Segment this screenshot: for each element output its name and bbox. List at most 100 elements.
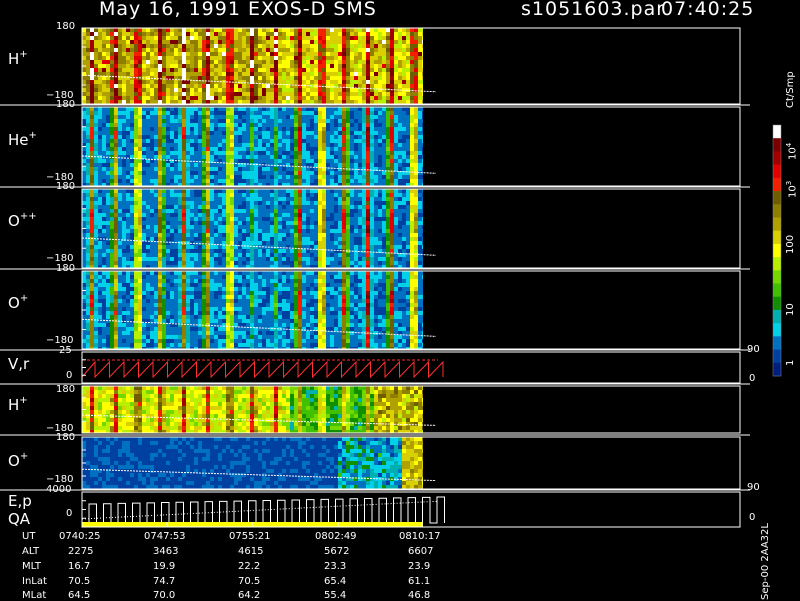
- heat-cell: [150, 60, 154, 64]
- heat-cell: [270, 139, 274, 143]
- heat-cell: [130, 143, 134, 147]
- heat-cell: [130, 163, 134, 167]
- heat-cell: [234, 131, 238, 135]
- heat-cell: [370, 115, 374, 119]
- heat-cell: [134, 80, 138, 84]
- heat-cell: [250, 189, 254, 193]
- heat-cell: [414, 151, 418, 155]
- heat-cell: [262, 167, 266, 171]
- heat-cell: [82, 257, 86, 261]
- heat-cell: [142, 115, 146, 119]
- heat-cell: [190, 100, 194, 104]
- heat-cell: [382, 119, 386, 123]
- heat-cell: [382, 229, 386, 233]
- heat-cell: [198, 201, 202, 205]
- heat-cell: [286, 189, 290, 193]
- heat-cell: [222, 257, 226, 261]
- heat-cell: [386, 139, 390, 143]
- heat-cell: [198, 217, 202, 221]
- heat-cell: [210, 80, 214, 84]
- heat-cell: [338, 143, 342, 147]
- heat-cell: [354, 28, 358, 32]
- heat-cell: [94, 193, 98, 197]
- heat-cell: [262, 213, 266, 217]
- heat-cell: [138, 205, 142, 209]
- heat-cell: [306, 241, 310, 245]
- heat-cell: [202, 127, 206, 131]
- heat-cell: [114, 28, 118, 32]
- heat-cell: [374, 115, 378, 119]
- heat-cell: [406, 72, 410, 76]
- heat-cell: [254, 175, 258, 179]
- heat-cell: [310, 179, 314, 183]
- heat-cell: [402, 36, 406, 40]
- heat-cell: [298, 64, 302, 68]
- heat-cell: [222, 88, 226, 92]
- heat-cell: [338, 123, 342, 127]
- heat-cell: [86, 221, 90, 225]
- heat-cell: [306, 28, 310, 32]
- heat-cell: [302, 68, 306, 72]
- heat-cell: [154, 40, 158, 44]
- heat-cell: [366, 72, 370, 76]
- heat-cell: [370, 225, 374, 229]
- heat-cell: [162, 179, 166, 183]
- heat-cell: [222, 119, 226, 123]
- heat-cell: [410, 36, 414, 40]
- heat-cell: [126, 209, 130, 213]
- heat-cell: [230, 159, 234, 163]
- heat-cell: [110, 175, 114, 179]
- heat-cell: [238, 107, 242, 111]
- heat-cell: [86, 155, 90, 159]
- heat-cell: [330, 80, 334, 84]
- heat-cell: [326, 217, 330, 221]
- heat-cell: [318, 100, 322, 104]
- heat-cell: [162, 193, 166, 197]
- heat-cell: [122, 213, 126, 217]
- heat-cell: [98, 56, 102, 60]
- heat-cell: [334, 139, 338, 143]
- heat-cell: [398, 159, 402, 163]
- heat-cell: [402, 64, 406, 68]
- heat-cell: [282, 151, 286, 155]
- heat-cell: [218, 147, 222, 151]
- heat-cell: [210, 205, 214, 209]
- heat-cell: [338, 155, 342, 159]
- heat-cell: [238, 92, 242, 96]
- heat-cell: [118, 88, 122, 92]
- heat-cell: [154, 96, 158, 100]
- heat-cell: [90, 257, 94, 261]
- heat-cell: [358, 127, 362, 131]
- heat-cell: [398, 261, 402, 265]
- heat-cell: [354, 80, 358, 84]
- heat-cell: [170, 44, 174, 48]
- heat-cell: [302, 92, 306, 96]
- heat-cell: [354, 44, 358, 48]
- heat-cell: [162, 261, 166, 265]
- heat-cell: [398, 111, 402, 115]
- heat-cell: [294, 72, 298, 76]
- heat-cell: [186, 217, 190, 221]
- heat-cell: [182, 44, 186, 48]
- heat-cell: [110, 139, 114, 143]
- heat-cell: [210, 229, 214, 233]
- heat-cell: [414, 64, 418, 68]
- heat-cell: [370, 92, 374, 96]
- heat-cell: [270, 249, 274, 253]
- heat-cell: [186, 123, 190, 127]
- heat-cell: [322, 92, 326, 96]
- heat-cell: [410, 100, 414, 104]
- heat-cell: [214, 44, 218, 48]
- heat-cell: [102, 167, 106, 171]
- heat-cell: [206, 209, 210, 213]
- heat-cell: [114, 197, 118, 201]
- heat-cell: [250, 96, 254, 100]
- heat-cell: [206, 28, 210, 32]
- heat-cell: [190, 72, 194, 76]
- heat-cell: [194, 96, 198, 100]
- heat-cell: [138, 139, 142, 143]
- heat-cell: [394, 80, 398, 84]
- heat-cell: [210, 249, 214, 253]
- heat-cell: [314, 253, 318, 257]
- heat-cell: [126, 233, 130, 237]
